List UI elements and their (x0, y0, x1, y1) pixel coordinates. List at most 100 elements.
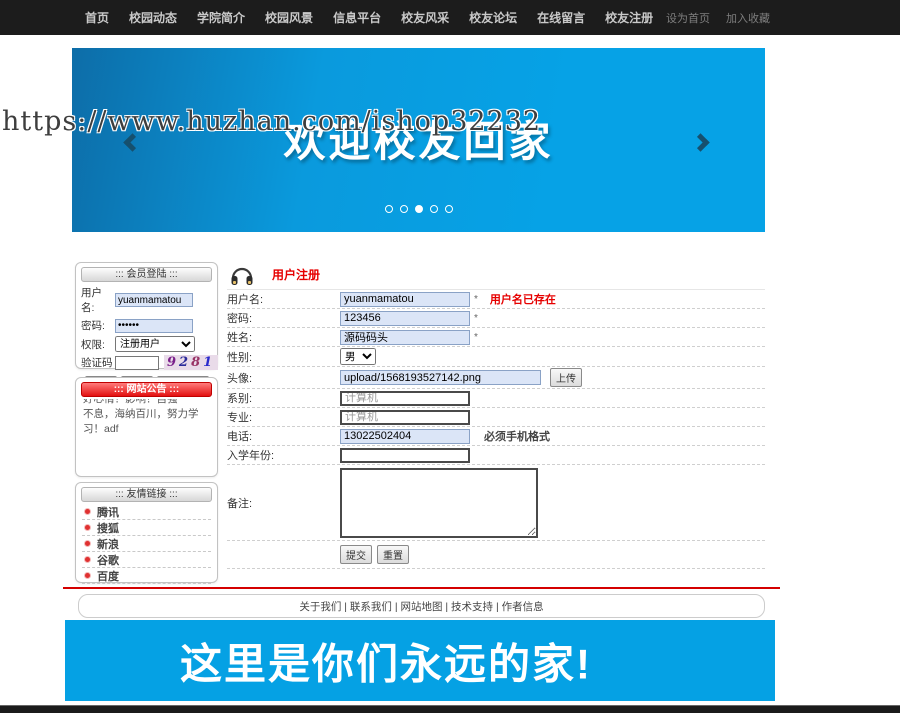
login-role-row: 权限: 注册用户 (81, 336, 212, 352)
login-username-label: 用户名: (81, 285, 115, 315)
name-label: 姓名: (227, 329, 340, 345)
slider-dot-3[interactable] (415, 205, 423, 213)
notice-box-title: ::: 网站公告 ::: (81, 382, 212, 397)
page: 首页 校园动态 学院简介 校园风景 信息平台 校友风采 校友论坛 在线留言 校友注册 设为首页加… (0, 0, 900, 713)
friend-link-4[interactable]: 谷歌 (97, 552, 119, 568)
slider-next-icon[interactable] (691, 133, 709, 151)
nav-item-6[interactable]: 校友风采 (401, 9, 449, 26)
captcha-digit-3: 8 (191, 355, 203, 370)
friend-link-5[interactable]: 百度 (97, 568, 119, 584)
nav-item-5[interactable]: 信息平台 (333, 9, 381, 26)
form-row-password: 密码: * (227, 309, 765, 328)
gender-select[interactable]: 男 (340, 348, 376, 365)
friend-link-3[interactable]: 新浪 (97, 536, 119, 552)
friend-link-list: 腾讯搜狐新浪谷歌百度 (82, 504, 211, 584)
watermark-text: https://www.huzhan.com/ishop32232 (2, 106, 541, 137)
headphones-icon (229, 262, 255, 287)
remark-textarea[interactable] (340, 468, 538, 538)
enroll-year-input[interactable] (340, 448, 470, 463)
form-row-enroll-year: 入学年份: (227, 446, 765, 465)
reset-button[interactable]: 重置 (377, 545, 409, 564)
notice-box: ::: 网站公告 ::: 好心情！影响！自强 不息，海纳百川，努力学习！adf (75, 377, 218, 477)
links-box: ::: 友情链接 ::: 腾讯搜狐新浪谷歌百度 (75, 482, 218, 583)
login-captcha-row: 验证码 9281 (81, 355, 212, 370)
major-input[interactable] (340, 410, 470, 425)
login-username-row: 用户名: (81, 285, 212, 315)
login-captcha-label: 验证码 (81, 355, 115, 370)
main-menu: 首页 校园动态 学院简介 校园风景 信息平台 校友风采 校友论坛 在线留言 校友注册 (0, 9, 673, 26)
bullet-icon (85, 509, 90, 514)
login-role-label: 权限: (81, 337, 115, 352)
link-item-3: 新浪 (82, 536, 211, 552)
red-divider (63, 587, 780, 589)
nav-item-8[interactable]: 在线留言 (537, 9, 585, 26)
form-row-avatar: 头像: 上传 (227, 367, 765, 389)
slider-dot-4[interactable] (430, 205, 438, 213)
bullet-icon (85, 541, 90, 546)
phone-input[interactable] (340, 429, 470, 444)
phone-label: 电话: (227, 428, 340, 444)
nav-item-4[interactable]: 校园风景 (265, 9, 313, 26)
nav-right-item-2[interactable]: 加入收藏 (726, 10, 770, 26)
bullet-icon (85, 573, 90, 578)
registration-form: 用户注册 用户名:*用户名已存在密码:*姓名:*性别:男头像:上传系别:专业:电… (227, 260, 765, 569)
slider-dot-2[interactable] (400, 205, 408, 213)
submit-button[interactable]: 提交 (340, 545, 372, 564)
notice-marquee: 好心情！影响！自强 不息，海纳百川，努力学习！adf (83, 399, 210, 463)
link-item-4: 谷歌 (82, 552, 211, 568)
bottom-black-bar (0, 705, 900, 713)
form-row-name: 姓名:* (227, 328, 765, 347)
bottom-banner: 这里是你们永远的家! (65, 620, 775, 701)
login-username-input[interactable] (115, 293, 193, 307)
major-label: 专业: (227, 409, 340, 425)
captcha-digit-2: 2 (179, 355, 191, 370)
password-input[interactable] (340, 311, 470, 326)
form-row-gender: 性别:男 (227, 347, 765, 367)
links-box-title: ::: 友情链接 ::: (81, 487, 212, 502)
bullet-icon (85, 525, 90, 530)
gender-label: 性别: (227, 349, 340, 365)
hero-slider: 欢迎校友回家 (72, 48, 765, 232)
link-item-1: 腾讯 (82, 504, 211, 520)
login-box: ::: 会员登陆 ::: 用户名: 密码: 权限: 注册用户 验证码 9281 … (75, 262, 218, 369)
phone-note: 必须手机格式 (484, 428, 550, 444)
username-note: 用户名已存在 (490, 291, 556, 307)
remark-label: 备注: (227, 495, 340, 511)
top-nav: 首页 校园动态 学院简介 校园风景 信息平台 校友风采 校友论坛 在线留言 校友注册 设为首页加… (0, 0, 900, 35)
footer-links-text[interactable]: 关于我们 | 联系我们 | 网站地图 | 技术支持 | 作者信息 (299, 599, 543, 614)
notice-line-1: 好心情！影响！自强 (83, 399, 210, 407)
enroll-year-label: 入学年份: (227, 447, 340, 463)
captcha-digit-4: 1 (203, 355, 215, 370)
password-required-mark: * (474, 313, 478, 324)
bottom-banner-text: 这里是你们永远的家! (180, 630, 592, 691)
department-label: 系别: (227, 390, 340, 406)
form-row-major: 专业: (227, 408, 765, 427)
notice-line-2: 不息，海纳百川，努力学习！adf (83, 407, 210, 437)
form-rows: 用户名:*用户名已存在密码:*姓名:*性别:男头像:上传系别:专业:电话:必须手… (227, 290, 765, 541)
name-input[interactable] (340, 330, 470, 345)
slider-dot-1[interactable] (385, 205, 393, 213)
avatar-label: 头像: (227, 370, 340, 386)
login-role-select[interactable]: 注册用户 (115, 336, 195, 352)
username-input[interactable] (340, 292, 470, 307)
password-label: 密码: (227, 310, 340, 326)
username-required-mark: * (474, 294, 478, 305)
nav-right-item-1[interactable]: 设为首页 (666, 10, 710, 26)
form-row-phone: 电话: 必须手机格式 (227, 427, 765, 446)
nav-item-1[interactable]: 首页 (85, 9, 109, 26)
login-password-input[interactable] (115, 319, 193, 333)
avatar-input[interactable] (340, 370, 541, 385)
slider-dot-5[interactable] (445, 205, 453, 213)
friend-link-1[interactable]: 腾讯 (97, 504, 119, 520)
bullet-icon (85, 557, 90, 562)
friend-link-2[interactable]: 搜狐 (97, 520, 119, 536)
login-box-title: ::: 会员登陆 ::: (81, 267, 212, 282)
nav-item-9[interactable]: 校友注册 (605, 9, 653, 26)
upload-button[interactable]: 上传 (550, 368, 582, 387)
department-input[interactable] (340, 391, 470, 406)
login-captcha-input[interactable] (115, 356, 159, 370)
nav-item-3[interactable]: 学院简介 (197, 9, 245, 26)
nav-item-7[interactable]: 校友论坛 (469, 9, 517, 26)
nav-item-2[interactable]: 校园动态 (129, 9, 177, 26)
captcha-digit-1: 9 (167, 355, 179, 370)
